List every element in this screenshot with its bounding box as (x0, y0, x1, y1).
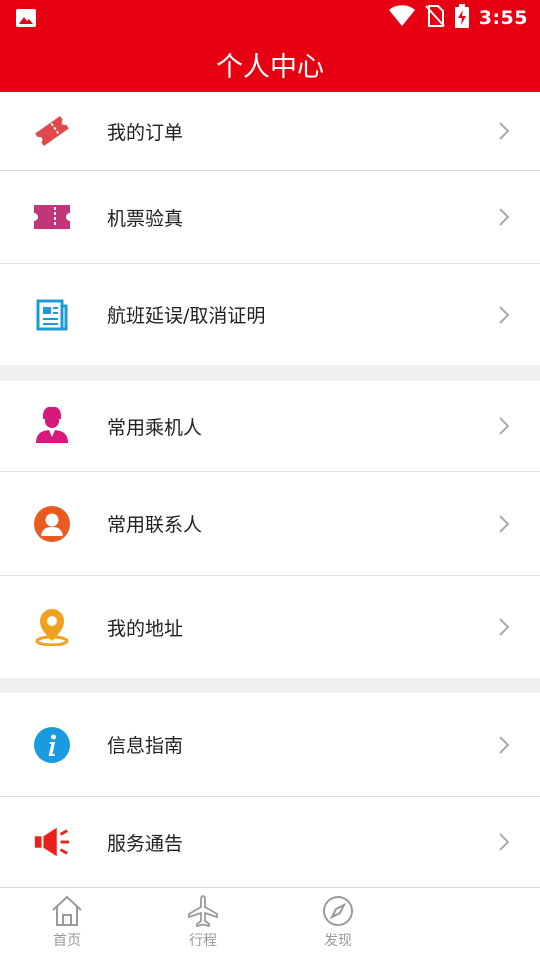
menu-item-label: 航班延误/取消证明 (107, 305, 266, 327)
tab-label: 发现 (324, 933, 352, 949)
menu-item-label: 服务通告 (107, 832, 184, 855)
newspaper-icon (33, 296, 71, 334)
chevron-right-icon (499, 618, 510, 636)
chevron-right-icon (499, 305, 510, 324)
tab-discover[interactable]: 发现 (303, 888, 373, 961)
menu-item-info-guide[interactable]: 信息指南 (0, 693, 540, 796)
menu-item-ticket-verify[interactable]: 机票验真 (0, 171, 540, 263)
chevron-right-icon (499, 735, 510, 754)
battery-charging-icon (454, 4, 469, 32)
menu-item-label: 机票验真 (107, 207, 184, 230)
menu-item-my-orders[interactable]: 我的订单 (0, 92, 540, 170)
tab-home[interactable]: 首页 (32, 888, 102, 961)
location-pin-icon (33, 608, 71, 646)
home-icon (52, 895, 82, 926)
app-header: 3:55 个人中心 (0, 0, 540, 92)
menu-item-label: 常用联系人 (107, 514, 203, 536)
no-sim-icon (424, 5, 445, 31)
airplane-icon (188, 895, 218, 928)
menu-item-label: 我的订单 (107, 121, 184, 144)
chevron-right-icon (499, 417, 510, 435)
menu-item-frequent-passengers[interactable]: 常用乘机人 (0, 381, 540, 471)
ticket-verify-icon (33, 198, 71, 236)
megaphone-icon (33, 823, 71, 861)
info-icon (33, 726, 71, 764)
tab-label: 首页 (53, 933, 81, 949)
menu-item-service-notice[interactable]: 服务通告 (0, 797, 540, 887)
menu-item-label: 信息指南 (107, 735, 184, 757)
ticket-icon (33, 112, 71, 150)
menu-item-delay-proof[interactable]: 航班延误/取消证明 (0, 264, 540, 365)
chevron-right-icon (499, 122, 510, 140)
menu-item-my-address[interactable]: 我的地址 (0, 576, 540, 678)
tab-trips[interactable]: 行程 (168, 888, 238, 961)
bottom-tab-bar: 首页 行程 发现 (0, 887, 540, 961)
contact-person-icon (33, 505, 71, 543)
passenger-icon (33, 407, 71, 445)
status-time: 3:55 (478, 7, 528, 29)
chevron-right-icon (499, 514, 510, 533)
image-notification-icon (14, 6, 38, 30)
menu-item-label: 常用乘机人 (107, 416, 203, 439)
chevron-right-icon (499, 208, 510, 226)
tab-label: 行程 (189, 933, 217, 949)
wifi-icon (388, 5, 415, 31)
compass-icon (323, 896, 353, 926)
page-title: 个人中心 (216, 51, 324, 83)
status-bar: 3:55 (0, 0, 540, 36)
chevron-right-icon (499, 833, 510, 851)
menu-item-frequent-contacts[interactable]: 常用联系人 (0, 472, 540, 575)
menu-item-label: 我的地址 (107, 617, 184, 640)
